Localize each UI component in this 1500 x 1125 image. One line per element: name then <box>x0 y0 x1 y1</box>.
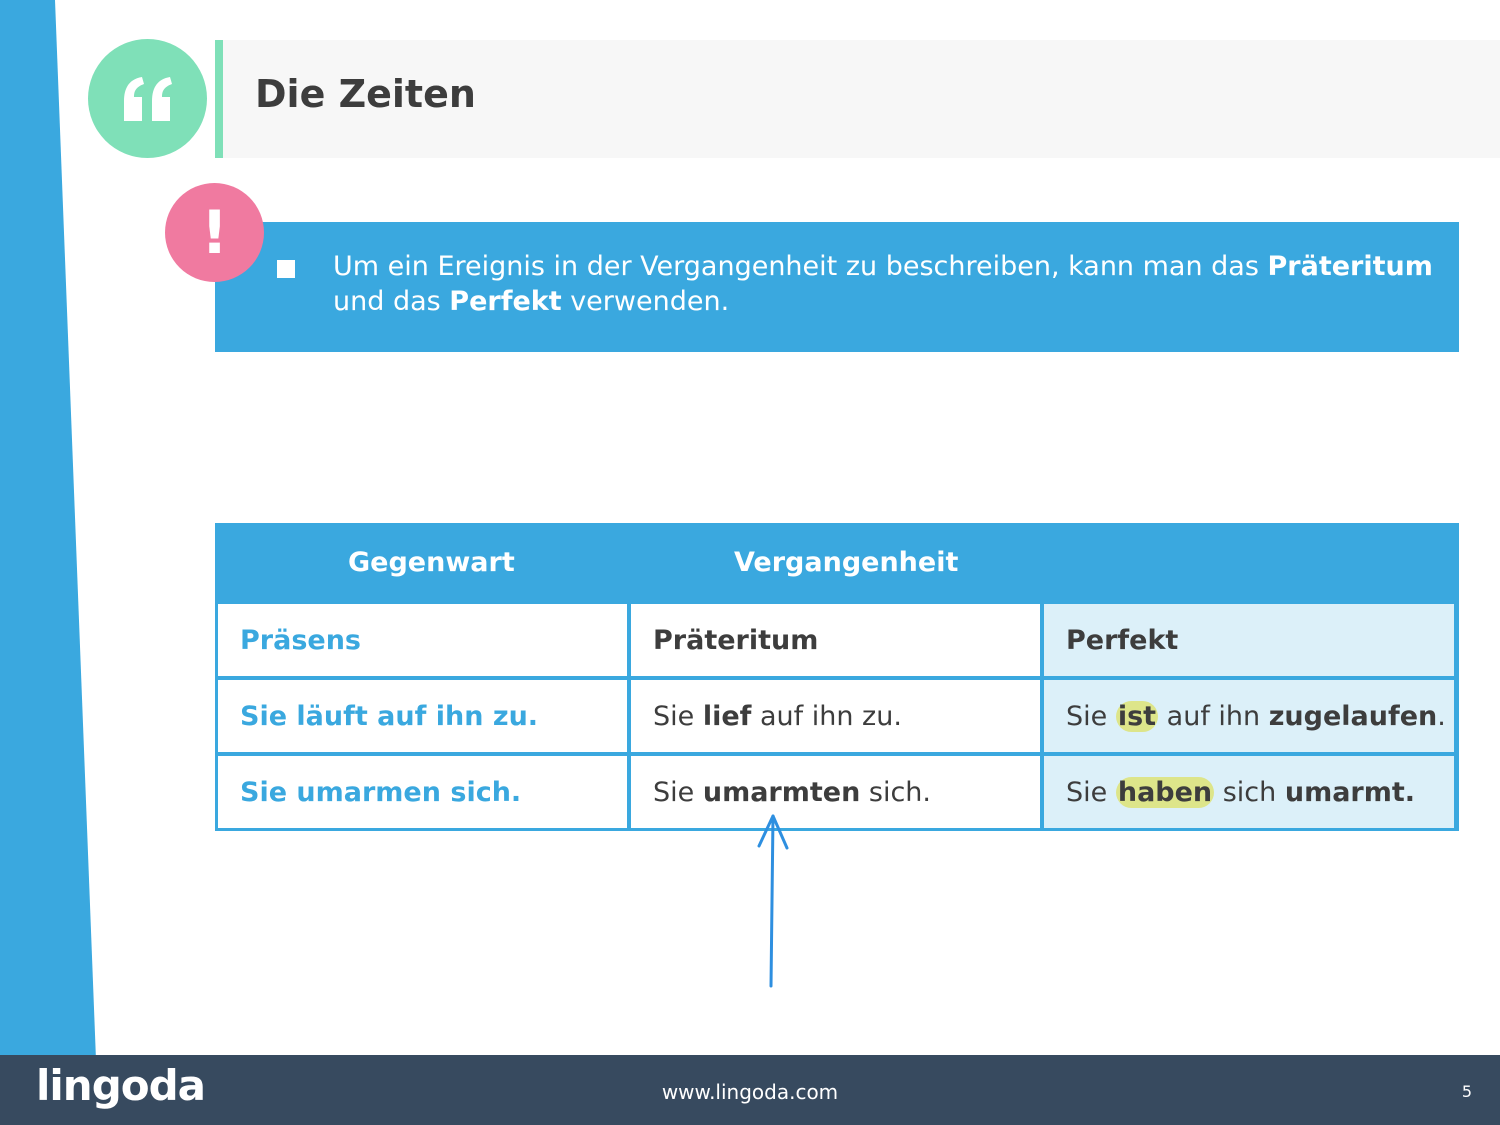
page-title: Die Zeiten <box>255 72 476 116</box>
footer: lingoda www.lingoda.com 5 <box>0 1055 1500 1125</box>
left-accent-strip <box>0 0 96 1060</box>
row1-praeteritum: Sie lief auf ihn zu. <box>631 680 1040 752</box>
arrow-annotation <box>757 814 789 988</box>
table-grid: Präsens Präteritum Perfekt Sie läuft auf… <box>215 604 1459 831</box>
row1-praesens: Sie läuft auf ihn zu. <box>218 680 627 752</box>
exclamation-icon: ! <box>165 183 264 282</box>
col-header-praesens: Präsens <box>218 604 627 676</box>
row2-praesens: Sie umarmen sich. <box>218 756 627 828</box>
info-box: Um ein Ereignis in der Vergangenheit zu … <box>215 222 1459 352</box>
quote-icon <box>88 39 207 158</box>
col-header-perfekt: Perfekt <box>1044 604 1454 676</box>
row1-perfekt: Sie ist auf ihn zugelaufen. <box>1044 680 1454 752</box>
page-number: 5 <box>1461 1082 1472 1101</box>
tenses-table: Gegenwart Vergangenheit Präsens Präterit… <box>215 523 1459 831</box>
title-bar: Die Zeiten <box>215 40 1500 158</box>
aux-highlight: haben <box>1115 776 1215 808</box>
info-text: Um ein Ereignis in der Vergangenheit zu … <box>333 251 1433 317</box>
table-header-row: Gegenwart Vergangenheit <box>215 523 1459 604</box>
col-header-praeteritum: Präteritum <box>631 604 1040 676</box>
header-past: Vergangenheit <box>734 547 959 578</box>
aux-highlight: ist <box>1115 700 1159 732</box>
row2-praeteritum: Sie umarmten sich. <box>631 756 1040 828</box>
footer-url[interactable]: www.lingoda.com <box>0 1080 1500 1104</box>
bullet-square <box>277 260 295 278</box>
header-present: Gegenwart <box>348 547 515 578</box>
row2-perfekt: Sie haben sich umarmt. <box>1044 756 1454 828</box>
